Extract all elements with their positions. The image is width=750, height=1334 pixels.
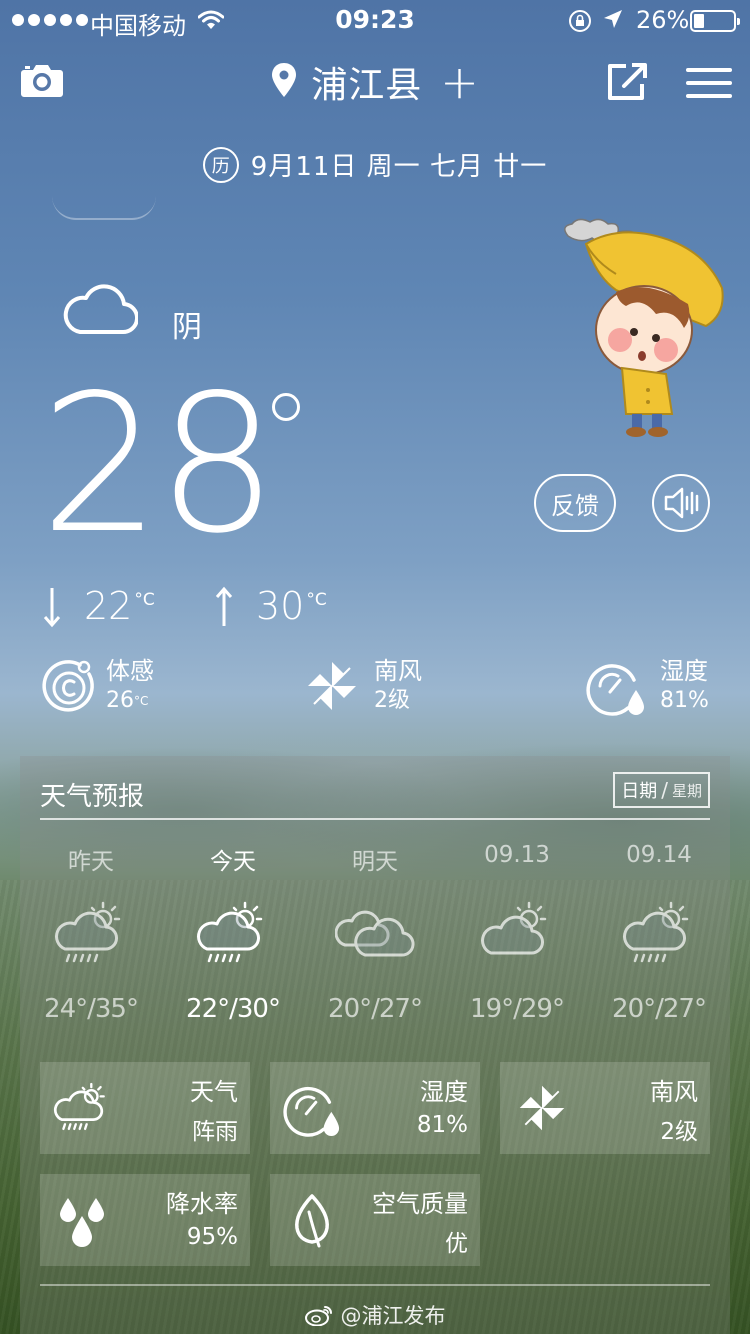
menu-icon[interactable] [686,68,732,107]
header-bar: 浦江县 + [0,56,750,112]
date-row: 历 9月11日 周一 七月 廿一 [0,146,750,183]
toggle-slash: / [661,778,668,802]
pull-arc [52,196,156,220]
arrow-down-icon [43,588,61,628]
tile-weather-name: 天气 [190,1078,238,1106]
wind-metric: 南风 2级 [304,656,422,716]
forecast-day-today[interactable]: 今天 22°/30° [162,842,304,1024]
humidity-tile[interactable]: 湿度 81% [270,1062,480,1154]
high-temperature: 30 °C [214,582,327,630]
tile-air-value: 优 [445,1231,468,1257]
speaker-icon[interactable] [652,474,710,532]
humidity-gauge-icon [280,1076,344,1140]
location-arrow-icon [602,8,624,36]
tile-air-name: 空气质量 [372,1190,468,1218]
tile-wind-value: 2级 [660,1119,698,1145]
precipitation-tile[interactable]: 降水率 95% [40,1174,250,1266]
day-temp: 20°/27° [328,994,423,1024]
wind-tile[interactable]: 南风 2级 [500,1062,710,1154]
weibo-icon [304,1306,332,1326]
forecast-day[interactable]: 09.14 20°/27° [588,842,730,1024]
low-temp-unit: °C [134,590,155,610]
humidity-metric: 湿度 81% [584,656,709,716]
wind-direction: 南风 [374,657,422,685]
cloud-icon [62,278,140,340]
condition-text: 阴 [172,310,202,345]
tile-wind-name: 南风 [650,1078,698,1106]
low-temperature: 22 °C [42,582,155,630]
forecast-day[interactable]: 09.13 19°/29° [446,842,588,1024]
feels-like-metric: 体感 26°C [40,656,154,716]
tile-humidity-value: 81% [416,1112,468,1138]
humidity-label: 湿度 [660,657,708,685]
rotation-lock-icon [568,9,592,39]
panel-divider [40,818,710,820]
day-temp: 22°/30° [186,994,281,1024]
footer-divider [40,1284,710,1286]
double-cloud-icon [304,882,446,986]
weather-tile[interactable]: 天气 阵雨 [40,1062,250,1154]
forecast-panel: 天气预报 日期 / 星期 昨天 24°/35° 今天 22°/30° 明天 20… [20,756,730,1334]
share-icon[interactable] [606,62,648,106]
weibo-handle[interactable]: @浦江发布 [341,1300,446,1330]
location-pin-icon[interactable] [271,62,297,102]
tile-precip-name: 降水率 [166,1190,238,1218]
day-label: 09.13 [484,842,550,868]
date-text: 9月11日 周一 七月 廿一 [250,152,548,182]
sun-cloud-rain-icon [162,882,304,986]
city-name[interactable]: 浦江县 [311,56,422,108]
feels-like-unit: °C [134,694,149,708]
day-temp: 20°/27° [612,994,707,1024]
leaf-icon [280,1188,344,1252]
humidity-gauge-icon [586,664,644,716]
toggle-date-label[interactable]: 日期 [621,777,657,803]
calendar-badge[interactable]: 历 [202,146,239,183]
day-temp: 19°/29° [470,994,565,1024]
status-bar: 中国移动 09:23 26% [0,0,750,40]
feedback-button[interactable]: 反馈 [534,474,616,532]
feels-like-value: 26 [106,688,134,713]
tile-weather-value: 阵雨 [192,1119,238,1145]
forecast-day[interactable]: 昨天 24°/35° [20,842,162,1024]
pinwheel-icon [308,662,356,710]
forecast-title: 天气预报 [40,782,145,812]
toggle-week-label[interactable]: 星期 [672,780,702,801]
feels-like-icon [42,660,94,712]
sun-cloud-rain-icon [50,1076,114,1140]
add-city-button[interactable]: + [440,57,479,107]
humidity-value: 81% [660,688,709,713]
tile-humidity-name: 湿度 [420,1078,468,1106]
pinwheel-icon [510,1076,574,1140]
sun-cloud-rain-icon [588,882,730,986]
day-label: 今天 [210,849,256,875]
raindrops-icon [50,1188,114,1252]
battery-percent: 26% [636,6,690,34]
low-temp-value: 22 [84,584,133,628]
day-label: 昨天 [68,849,114,875]
forecast-days: 昨天 24°/35° 今天 22°/30° 明天 20°/27° 09.13 1… [20,842,730,1032]
high-temp-value: 30 [256,584,305,628]
sun-cloud-rain-icon [20,882,162,986]
tile-precip-value: 95% [186,1224,238,1250]
current-temperature: 28 [40,354,278,575]
day-temp: 24°/35° [44,994,139,1024]
date-week-toggle[interactable]: 日期 / 星期 [613,772,710,808]
feels-like-label: 体感 [106,657,154,685]
air-quality-tile[interactable]: 空气质量 优 [270,1174,480,1266]
arrow-up-icon [215,586,233,626]
sun-cloud-icon [446,882,588,986]
battery-icon [690,10,740,32]
degree-symbol [272,393,300,421]
forecast-day[interactable]: 明天 20°/27° [304,842,446,1024]
day-label: 明天 [352,849,398,875]
high-temp-unit: °C [306,590,327,610]
wind-level: 2级 [374,688,410,713]
day-label: 09.14 [626,842,692,868]
weibo-attribution[interactable]: @浦江发布 [20,1300,730,1330]
mascot-character[interactable] [556,218,728,446]
current-metrics: 体感 26°C 南风 2级 湿度 81% [0,656,750,726]
